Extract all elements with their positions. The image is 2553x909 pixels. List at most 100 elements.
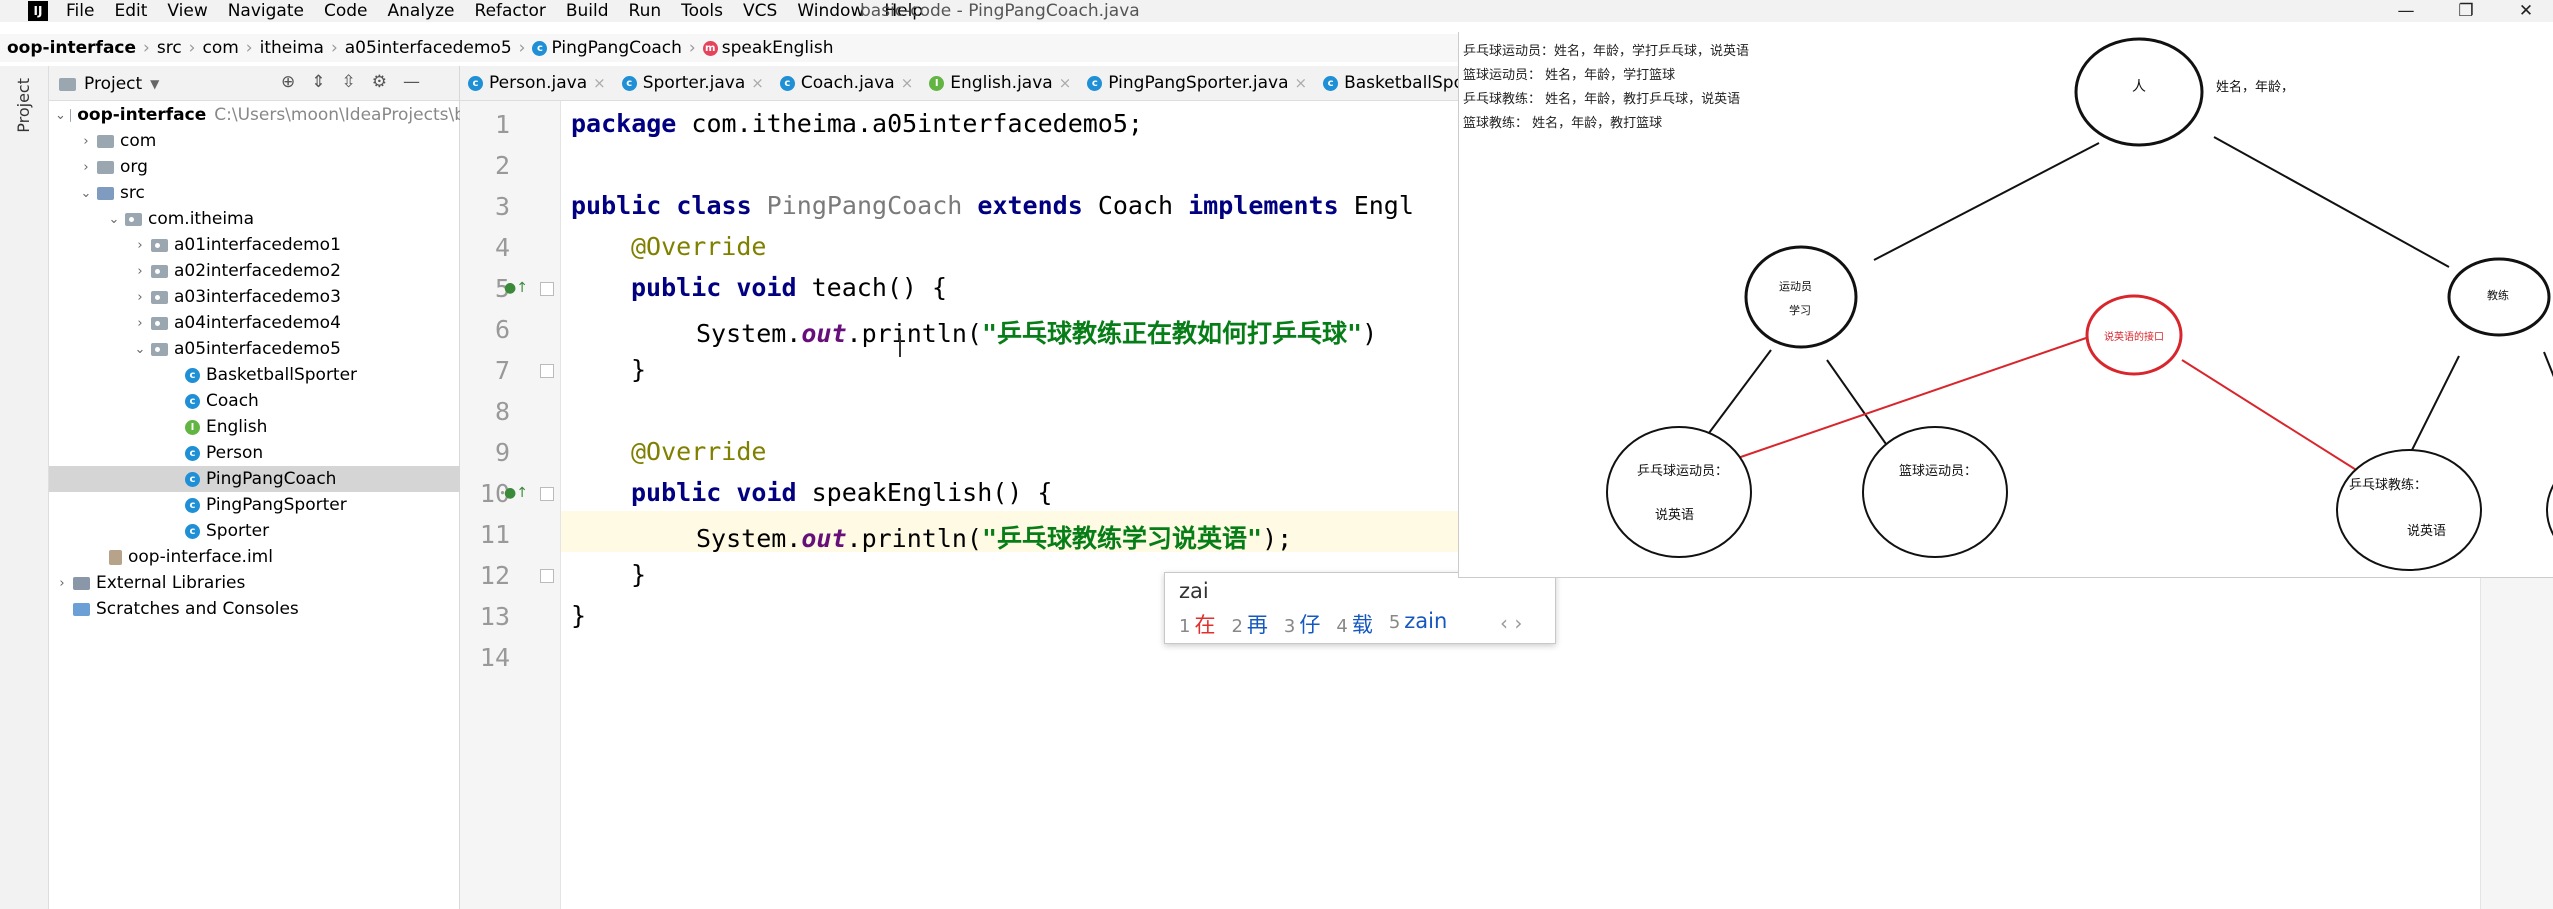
- menu-analyze[interactable]: Analyze: [388, 1, 455, 21]
- chevron-right-icon: ›: [137, 315, 143, 331]
- tab-label: Person.java: [489, 73, 588, 93]
- crumb-com[interactable]: com: [195, 38, 245, 58]
- ime-candidate-list: 1在 2再 3仔 4载 5 zain: [1179, 609, 1447, 639]
- tree-label: Coach: [206, 391, 259, 411]
- candidate-number: 3: [1283, 616, 1296, 637]
- tree-item-com[interactable]: › com: [49, 128, 489, 154]
- tree-item-iml[interactable]: oop-interface.iml: [49, 544, 515, 570]
- ime-candidate[interactable]: 4载: [1336, 609, 1372, 639]
- class-icon: c: [185, 393, 200, 409]
- ime-candidate[interactable]: 1在: [1179, 609, 1215, 639]
- menu-refactor[interactable]: Refactor: [475, 1, 546, 21]
- tab-english[interactable]: I English.java ×: [921, 66, 1079, 100]
- crumb-method[interactable]: m speakEnglish: [696, 38, 841, 58]
- edge-interface-pp-coach: [2181, 359, 2370, 479]
- menu-edit[interactable]: Edit: [114, 1, 147, 21]
- crumb-itheima[interactable]: itheima: [253, 38, 331, 58]
- gear-icon[interactable]: ⚙: [372, 72, 387, 92]
- locate-icon[interactable]: ⊕: [281, 72, 295, 92]
- edge-athlete-pp: [1702, 349, 1772, 442]
- tree-item-org[interactable]: › org: [49, 154, 489, 180]
- crumb-class[interactable]: c PingPangCoach: [525, 38, 688, 58]
- minimize-icon[interactable]: —: [2376, 0, 2436, 22]
- menu-code[interactable]: Code: [324, 1, 368, 21]
- fold-icon[interactable]: [540, 364, 554, 378]
- crumb-src[interactable]: src: [150, 38, 189, 58]
- code-token: "乒乓球教练正在教如何打乒乓球": [981, 319, 1363, 348]
- close-tab-icon[interactable]: ×: [901, 74, 914, 92]
- code-token: .println(: [846, 319, 982, 348]
- menu-navigate[interactable]: Navigate: [228, 1, 304, 21]
- close-tab-icon[interactable]: ×: [593, 74, 606, 92]
- tab-pingpangsporter[interactable]: c PingPangSporter.java ×: [1079, 66, 1315, 100]
- tree-label: BasketballSporter: [206, 365, 358, 385]
- class-icon: c: [185, 445, 200, 461]
- menu-file[interactable]: File: [66, 1, 94, 21]
- crumb-package[interactable]: a05interfacedemo5: [338, 38, 519, 58]
- tree-item-project-root[interactable]: ⌄ oop-interface C:\Users\moon\IdeaProjects…: [49, 102, 465, 128]
- crumb-project[interactable]: oop-interface: [0, 38, 143, 58]
- fold-icon[interactable]: [540, 487, 554, 501]
- menu-view[interactable]: View: [167, 1, 207, 21]
- menu-build[interactable]: Build: [566, 1, 609, 21]
- close-icon[interactable]: ✕: [2496, 0, 2553, 22]
- menu-vcs[interactable]: VCS: [743, 1, 777, 21]
- ime-candidate[interactable]: 5 zain: [1389, 609, 1448, 639]
- line-number: 8: [494, 397, 510, 426]
- class-icon: c: [468, 75, 483, 91]
- tab-sporter[interactable]: c Sporter.java ×: [614, 66, 772, 100]
- collapse-all-icon[interactable]: ⇳: [342, 72, 356, 92]
- fold-icon[interactable]: [540, 569, 554, 583]
- module-file-icon: [109, 549, 122, 565]
- tree-item-external-libraries[interactable]: › External Libraries: [49, 570, 465, 596]
- menu-run[interactable]: Run: [629, 1, 662, 21]
- tree-item-scratches[interactable]: Scratches and Consoles: [49, 596, 479, 622]
- project-stripe-button[interactable]: Project: [14, 78, 33, 133]
- override-marker-icon[interactable]: ●↑: [504, 280, 528, 296]
- code-token: Coach: [1097, 191, 1174, 220]
- line-number: 3: [494, 192, 510, 221]
- project-title: Project: [84, 74, 143, 94]
- tree-item-com-itheima[interactable]: ⌄ com.itheima: [49, 206, 517, 232]
- override-marker-icon[interactable]: ●↑: [504, 485, 528, 501]
- close-tab-icon[interactable]: ×: [1294, 74, 1307, 92]
- code-token: @Override: [631, 232, 767, 261]
- tab-person[interactable]: c Person.java ×: [460, 66, 614, 100]
- package-icon: [125, 212, 142, 226]
- ime-candidate-popup: zai 1在 2再 3仔 4载 5 zain ‹ ›: [1164, 572, 1556, 644]
- expand-all-icon[interactable]: ⇕: [311, 72, 325, 92]
- code-token: implements: [1173, 191, 1354, 220]
- line-number: 4: [494, 233, 510, 262]
- crumb-com-label: com: [202, 38, 239, 58]
- ime-page-arrows[interactable]: ‹ ›: [1500, 611, 1522, 635]
- ime-candidate[interactable]: 2再: [1231, 609, 1267, 639]
- project-view-selector[interactable]: Project ▼: [59, 74, 159, 94]
- class-icon: c: [185, 471, 200, 487]
- tab-label: Sporter.java: [642, 73, 746, 93]
- tree-label: PingPangSporter: [206, 495, 347, 515]
- close-tab-icon[interactable]: ×: [1059, 74, 1072, 92]
- menu-window[interactable]: Window: [797, 1, 864, 21]
- project-panel-header: Project ▼ ⊕ ⇕ ⇳ ⚙ —: [49, 66, 459, 101]
- line-number: 10: [479, 479, 510, 508]
- code-token: PingPangCoach: [766, 191, 963, 220]
- restore-icon[interactable]: ❐: [2436, 0, 2496, 22]
- node-pp-athlete-sub: 说英语: [1655, 508, 1695, 523]
- ime-candidate[interactable]: 3仔: [1284, 609, 1320, 639]
- code-token: System.: [696, 524, 802, 553]
- line-number: 11: [479, 520, 510, 549]
- tab-coach[interactable]: c Coach.java ×: [772, 66, 921, 100]
- code-token: ): [1362, 319, 1378, 348]
- fold-icon[interactable]: [540, 282, 554, 296]
- tree-item-src[interactable]: ⌄ src: [49, 180, 489, 206]
- candidate-number: 2: [1231, 616, 1243, 637]
- chevron-right-icon: ›: [143, 38, 150, 58]
- close-tab-icon[interactable]: ×: [751, 74, 764, 92]
- code-token: }: [631, 355, 647, 384]
- hide-icon[interactable]: —: [403, 72, 420, 92]
- line-number: 5: [494, 274, 510, 303]
- crumb-src-label: src: [156, 38, 182, 58]
- node-athlete: [1744, 245, 1858, 349]
- edge-coach-pp: [2411, 355, 2460, 451]
- menu-tools[interactable]: Tools: [681, 1, 723, 21]
